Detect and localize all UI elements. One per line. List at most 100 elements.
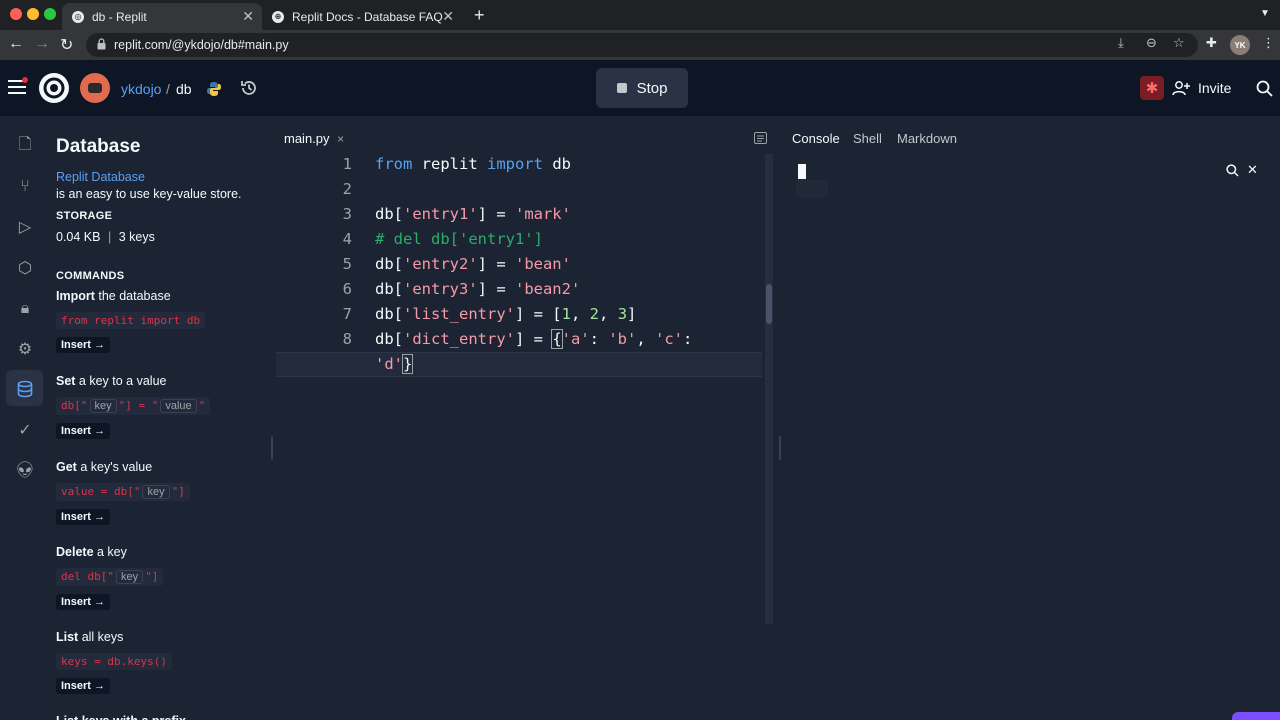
- clear-console-icon[interactable]: ✕: [1247, 162, 1258, 178]
- debugger-icon[interactable]: ▷: [14, 216, 36, 238]
- line-number: 6: [342, 280, 352, 298]
- repl-header: ykdojo / db Stop ✱ Invite: [0, 60, 1280, 116]
- command-code: from replit import db: [56, 312, 206, 329]
- command-set: Set a key to a value db[" key "] = " value "…: [56, 374, 266, 439]
- user-avatar[interactable]: [80, 73, 110, 103]
- new-tab-icon[interactable]: +: [474, 5, 485, 26]
- close-tab-icon[interactable]: ✕: [242, 8, 254, 25]
- storage-keys: 3 keys: [118, 230, 155, 244]
- command-delete: Delete a key del db[" key "] Insert →: [56, 545, 266, 610]
- console-pane: Console Shell Markdown ✕: [784, 116, 1280, 720]
- file-tab-main-py[interactable]: main.py ×: [284, 131, 344, 146]
- bookmark-star-icon[interactable]: ☆: [1173, 35, 1185, 51]
- username-link[interactable]: ykdojo: [121, 81, 161, 97]
- command-desc: a key to a value: [75, 374, 167, 388]
- history-icon[interactable]: [240, 79, 258, 97]
- install-icon[interactable]: ⤓: [1118, 35, 1124, 51]
- code-lines[interactable]: 1 from replit import db 2 3 db['entry1'] =…: [276, 152, 762, 412]
- extensions-puzzle-icon[interactable]: ✚: [1206, 35, 1217, 51]
- reload-icon[interactable]: ↻: [60, 35, 73, 55]
- command-desc: a key: [93, 545, 127, 559]
- search-icon[interactable]: [1256, 80, 1273, 97]
- pane-resize-handle[interactable]: [779, 436, 781, 460]
- code-line: 6 db['entry3'] = 'bean2': [276, 277, 762, 302]
- database-pane: Database Replit Database is an easy to u…: [48, 116, 270, 720]
- tab-search-icon[interactable]: ▼: [1260, 8, 1270, 19]
- code-line: 1 from replit import db: [276, 152, 762, 177]
- line-number: 2: [342, 180, 352, 198]
- pane-resize-handle[interactable]: [271, 436, 273, 460]
- command-desc: all keys: [78, 630, 124, 644]
- storage-separator: |: [107, 230, 112, 244]
- settings-gear-icon[interactable]: ⚙: [14, 338, 36, 360]
- secrets-lock-icon[interactable]: 🔒︎: [14, 298, 36, 320]
- terminal-cursor: [798, 164, 806, 179]
- replit-database-link[interactable]: Replit Database: [56, 170, 145, 184]
- globe-icon: ⊕: [272, 10, 284, 23]
- editor-settings-icon[interactable]: [754, 132, 767, 144]
- console-output-area[interactable]: [796, 180, 828, 198]
- invite-button[interactable]: Invite: [1172, 72, 1231, 104]
- packages-icon[interactable]: ⬡: [14, 257, 36, 279]
- code-editor[interactable]: main.py × 1 from replit import db 2 3 db['…: [276, 116, 778, 720]
- minimize-window-button[interactable]: [27, 8, 39, 20]
- command-verb: Get: [56, 460, 77, 474]
- feedback-button[interactable]: [1232, 712, 1280, 720]
- python-language-icon: [207, 82, 221, 96]
- zoom-icon[interactable]: ⊖: [1146, 35, 1157, 51]
- database-icon[interactable]: [16, 380, 34, 398]
- replit-favicon-icon: ◎: [72, 10, 84, 23]
- line-number: 1: [342, 155, 352, 173]
- tab-markdown[interactable]: Markdown: [897, 131, 957, 146]
- code-line: 4 # del db['entry1']: [276, 227, 762, 252]
- extensions-alien-icon[interactable]: 👽︎: [14, 459, 36, 481]
- insert-button[interactable]: Insert →: [56, 678, 111, 694]
- command-code: db[" key "] = " value ": [56, 397, 211, 415]
- repl-name[interactable]: db: [176, 81, 192, 97]
- add-user-icon: [1172, 81, 1190, 96]
- command-import: Import the database from replit import d…: [56, 289, 266, 353]
- browser-tab-replit[interactable]: ◎ db - Replit ✕: [62, 3, 262, 30]
- close-tab-icon[interactable]: ✕: [442, 8, 454, 25]
- command-list-prefix-cutoff: List keys with a prefix: [56, 714, 186, 720]
- zoom-window-button[interactable]: [44, 8, 56, 20]
- files-icon[interactable]: 🗋: [14, 135, 36, 157]
- key-placeholder: key: [142, 485, 170, 499]
- command-list: List all keys keys = db.keys() Insert →: [56, 630, 266, 694]
- sidebar-rail: 🗋 ⑂ ▷ ⬡ 🔒︎ ⚙ ✓ 👽︎: [0, 116, 48, 720]
- line-number: 7: [342, 305, 352, 323]
- insert-button[interactable]: Insert →: [56, 423, 111, 439]
- insert-button[interactable]: Insert →: [56, 337, 111, 353]
- commands-heading: COMMANDS: [56, 270, 125, 282]
- close-window-button[interactable]: [10, 8, 22, 20]
- version-control-icon[interactable]: ⑂: [14, 176, 36, 198]
- lock-icon: [97, 38, 106, 50]
- stop-button[interactable]: Stop: [596, 68, 688, 108]
- address-bar[interactable]: replit.com/@ykdojo/db#main.py: [86, 33, 1198, 57]
- browser-tab-docs[interactable]: ⊕ Replit Docs - Database FAQ ✕: [262, 3, 462, 30]
- kebab-menu-icon[interactable]: ⋮: [1262, 35, 1275, 51]
- tab-console[interactable]: Console: [792, 131, 840, 146]
- command-verb: Set: [56, 374, 76, 388]
- code-text: keys = db.keys(): [61, 655, 167, 668]
- editor-scrollbar-track[interactable]: [765, 154, 773, 624]
- command-code: value = db[" key "]: [56, 483, 190, 501]
- forward-arrow-icon[interactable]: →: [34, 35, 50, 53]
- code-text: ": [198, 399, 206, 412]
- editor-scrollbar-thumb[interactable]: [766, 284, 772, 324]
- insert-button[interactable]: Insert →: [56, 509, 111, 525]
- storage-heading: STORAGE: [56, 210, 113, 222]
- storage-info: 0.04 KB | 3 keys: [56, 230, 155, 244]
- line-number: 8: [342, 330, 352, 348]
- back-arrow-icon[interactable]: ←: [8, 35, 24, 53]
- replit-logo-icon[interactable]: [38, 72, 70, 104]
- tab-shell[interactable]: Shell: [853, 131, 882, 146]
- console-search-icon[interactable]: [1226, 164, 1239, 177]
- bug-debugger-icon[interactable]: ✱: [1140, 76, 1164, 100]
- code-text: "]: [145, 570, 159, 583]
- profile-avatar[interactable]: YK: [1230, 35, 1250, 55]
- insert-button[interactable]: Insert →: [56, 594, 111, 610]
- unit-tests-check-icon[interactable]: ✓: [14, 419, 36, 441]
- command-desc: a key's value: [76, 460, 153, 474]
- close-file-tab-icon[interactable]: ×: [337, 132, 344, 146]
